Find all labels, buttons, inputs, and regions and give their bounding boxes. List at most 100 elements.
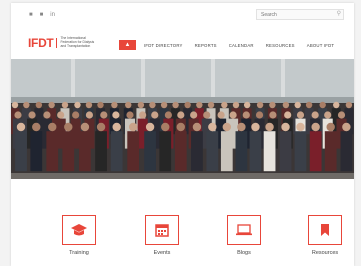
- blogs-icon-box: [227, 215, 261, 245]
- hero-group-photo: [11, 59, 354, 179]
- crowd-person-head: [48, 122, 57, 132]
- search-icon[interactable]: ⚲: [337, 11, 341, 18]
- crowd-person-head: [184, 101, 191, 109]
- crowd-person-head: [112, 111, 120, 119]
- nav-item-directory[interactable]: IFDT DIRECTORY: [144, 43, 183, 48]
- nav-item-calendar[interactable]: CALENDAR: [229, 43, 254, 48]
- crowd-person-head: [111, 101, 118, 109]
- logo-divider: [56, 38, 58, 48]
- crowd-person-head: [72, 111, 80, 119]
- top-utility-bar: ■ ■ in ⚲: [11, 3, 354, 27]
- search-input[interactable]: [256, 9, 344, 20]
- feature-links: Training Events Blogs Resources: [11, 203, 354, 266]
- crowd-person-body: [294, 131, 307, 172]
- crowd-person-head: [61, 101, 69, 109]
- crowd-person-head: [112, 122, 121, 132]
- crowd-person-head: [43, 111, 51, 119]
- twitter-icon[interactable]: ■: [29, 12, 33, 18]
- crowd-person-head: [342, 122, 351, 132]
- crowd-person-head: [326, 122, 335, 132]
- linkedin-icon[interactable]: in: [50, 12, 55, 18]
- crowd-person-head: [217, 111, 225, 119]
- crowd-person-head: [311, 122, 320, 132]
- crowd-person-body: [249, 131, 262, 172]
- crowd-person-head: [296, 122, 305, 132]
- crowd-person-head: [232, 101, 240, 109]
- crowd-person-body: [62, 131, 75, 172]
- crowd-person-head: [221, 101, 228, 109]
- crowd-person-body: [279, 131, 292, 172]
- crowd-person-head: [282, 101, 290, 109]
- crowd-person-head: [145, 122, 155, 132]
- feature-label: Blogs: [237, 250, 251, 256]
- crowd-person-head: [190, 111, 198, 119]
- crowd-person-head: [11, 101, 19, 109]
- crowd-person-head: [149, 101, 156, 109]
- crowd-person-head: [16, 122, 26, 132]
- crowd-person-head: [160, 101, 168, 109]
- facebook-icon[interactable]: ■: [40, 12, 44, 18]
- crowd-person-head: [265, 122, 274, 132]
- crowd-person-body: [206, 131, 219, 172]
- crowd-person-head: [311, 111, 319, 119]
- crowd-person-body: [191, 131, 203, 172]
- crowd-person-head: [23, 101, 30, 109]
- crowd-person-head: [251, 122, 260, 132]
- crowd-person-head: [14, 111, 22, 119]
- crowd-person-head: [74, 101, 81, 109]
- crowd-person-head: [192, 122, 202, 132]
- crowd-person-head: [85, 101, 93, 109]
- feature-resources[interactable]: Resources: [295, 215, 355, 256]
- feature-events[interactable]: Events: [132, 215, 192, 256]
- crowd-person-body: [309, 131, 322, 172]
- group-photo-illustration: [11, 59, 354, 179]
- calendar-icon: [155, 224, 169, 237]
- crowd-person-head: [294, 101, 301, 109]
- crowd-person-head: [269, 101, 276, 109]
- crowd-person-head: [237, 122, 246, 132]
- crowd-person-body: [263, 131, 276, 172]
- crowd-person-body: [220, 131, 233, 172]
- crowd-person-body: [174, 131, 187, 172]
- crowd-person-head: [139, 111, 147, 119]
- crowd-person-head: [125, 101, 132, 109]
- crowd-person-head: [128, 122, 138, 132]
- crowd-person-head: [64, 122, 73, 132]
- crowd-person-head: [177, 111, 185, 119]
- crowd-person-head: [137, 101, 145, 109]
- crowd-person-head: [97, 101, 104, 109]
- feature-training[interactable]: Training: [49, 215, 109, 256]
- crowd-person-body: [30, 131, 43, 172]
- crowd-person-head: [80, 122, 90, 132]
- crowd-person-body: [110, 131, 123, 172]
- crowd-person-head: [319, 101, 326, 109]
- crowd-person-head: [126, 111, 134, 119]
- crowd-person-head: [256, 101, 264, 109]
- ifdt-logo[interactable]: IFDT The International Federation for Di…: [28, 36, 94, 49]
- crowd-person-body: [46, 131, 59, 172]
- nav-item-about[interactable]: ABOUT IFDT: [307, 43, 334, 48]
- crowd-person-head: [324, 111, 332, 119]
- graduation-cap-icon: [71, 224, 87, 236]
- feature-blogs[interactable]: Blogs: [214, 215, 274, 256]
- crowd-person-head: [255, 111, 264, 119]
- crowd-person-head: [196, 101, 203, 109]
- crowd-person-head: [35, 101, 43, 109]
- resources-icon-box: [308, 215, 342, 245]
- feature-label: Events: [153, 250, 171, 256]
- crowd-person-head: [161, 122, 170, 132]
- social-links: ■ ■ in: [29, 12, 55, 18]
- crowd-person-head: [229, 111, 237, 119]
- home-icon[interactable]: ▲: [119, 40, 136, 50]
- page: ■ ■ in ⚲ IFDT The International Federati…: [11, 3, 354, 266]
- crowd-person-head: [48, 101, 55, 109]
- crowd-person-head: [242, 111, 250, 119]
- nav-item-reports[interactable]: REPORTS: [195, 43, 217, 48]
- nav-item-resources[interactable]: RESOURCES: [266, 43, 295, 48]
- crowd-person-head: [28, 111, 36, 119]
- bookmark-icon: [321, 224, 329, 236]
- crowd-person-head: [32, 122, 41, 132]
- crowd-person-body: [324, 131, 337, 172]
- crowd-person-head: [176, 122, 185, 132]
- training-icon-box: [62, 215, 96, 245]
